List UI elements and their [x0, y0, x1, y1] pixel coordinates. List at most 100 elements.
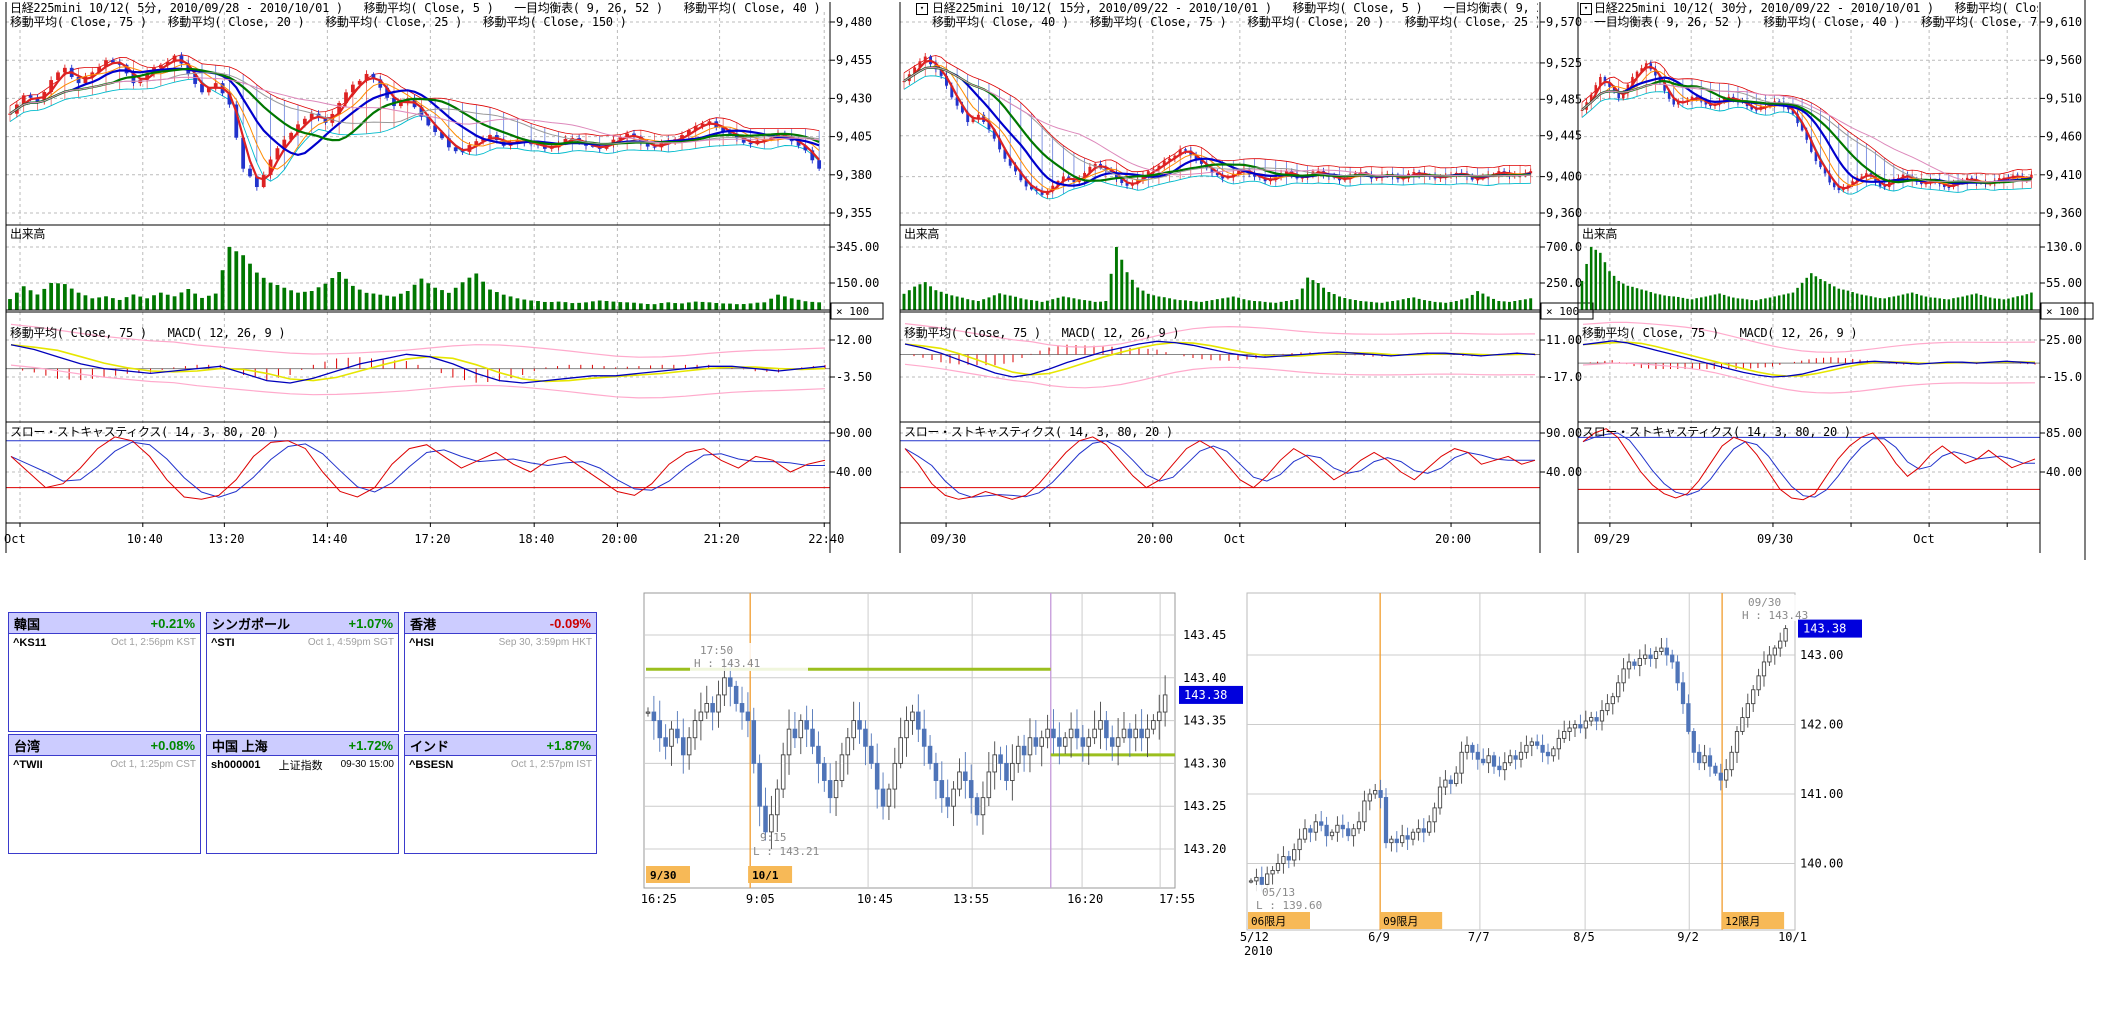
ticker-symbol: sh000001 — [211, 759, 261, 771]
market-name: インド — [410, 736, 449, 755]
svg-text:9,405: 9,405 — [836, 130, 872, 144]
svg-text:250.0: 250.0 — [1546, 276, 1582, 290]
svg-text:L : 143.21: L : 143.21 — [753, 845, 819, 858]
market-tile-china-shanghai[interactable]: 中国 上海 +1.72% sh000001 上证指数 09-30 15:00 — [206, 734, 399, 854]
fx-intraday-graphics: 17:50H : 143.419:15L : 143.21143.45143.4… — [641, 593, 1243, 906]
svg-text:9,445: 9,445 — [1546, 129, 1582, 143]
tile-subheader: ^BSESN Oct 1, 2:57pm IST — [405, 756, 596, 772]
svg-text:-17.0: -17.0 — [1546, 370, 1582, 384]
nikkei225mini-5min-graphics: Oct10:4013:2014:4017:2018:4020:0021:2022… — [4, 2, 883, 553]
svg-text:16:20: 16:20 — [1067, 892, 1103, 906]
quote-timestamp: Sep 30, 3:59pm HKT — [499, 637, 592, 648]
svg-text:09限月: 09限月 — [1383, 915, 1418, 928]
market-tile-singapore[interactable]: シンガポール +1.07% ^STI Oct 1, 4:59pm SGT — [206, 612, 399, 732]
svg-text:90.00: 90.00 — [1546, 426, 1582, 440]
svg-text:140.00: 140.00 — [1800, 857, 1843, 871]
svg-text:13:20: 13:20 — [208, 532, 244, 546]
svg-text:9,360: 9,360 — [1546, 206, 1582, 220]
svg-text:9/30: 9/30 — [650, 869, 677, 882]
svg-text:-15.0: -15.0 — [2046, 370, 2082, 384]
volume-panel-label: 出来高 — [1582, 227, 1617, 241]
ticker-symbol: ^HSI — [409, 637, 434, 649]
svg-text:40.00: 40.00 — [2046, 465, 2082, 479]
market-name: 台湾 — [14, 736, 40, 755]
svg-text:130.0: 130.0 — [2046, 240, 2082, 254]
svg-text:9,430: 9,430 — [836, 91, 872, 105]
nikkei225mini-30min-graphics: 09/2909/30Oct9,6109,5609,5109,4609,4109,… — [1578, 2, 2093, 553]
tile-subheader: ^HSI Sep 30, 3:59pm HKT — [405, 634, 596, 650]
svg-text:09/29: 09/29 — [1594, 532, 1630, 546]
svg-text:9,455: 9,455 — [836, 53, 872, 67]
tile-subheader: ^STI Oct 1, 4:59pm SGT — [207, 634, 398, 650]
tile-subheader: ^KS11 Oct 1, 2:56pm KST — [9, 634, 200, 650]
svg-text:L : 139.60: L : 139.60 — [1256, 899, 1322, 912]
svg-text:11.00: 11.00 — [1546, 333, 1582, 347]
svg-text:10/1: 10/1 — [1778, 930, 1807, 944]
svg-text:9,400: 9,400 — [1546, 170, 1582, 184]
svg-text:Oct: Oct — [1913, 532, 1935, 546]
change-percent: +0.21% — [151, 616, 195, 631]
chart-30min-title: 日経225mini 10/12( 30分, 2010/09/22 - 2010/… — [1594, 1, 2038, 15]
svg-text:9,410: 9,410 — [2046, 168, 2082, 182]
svg-text:40.00: 40.00 — [1546, 465, 1582, 479]
svg-text:9,360: 9,360 — [2046, 206, 2082, 220]
svg-text:9,460: 9,460 — [2046, 130, 2082, 144]
charts-canvas: Oct10:4013:2014:4017:2018:4020:0021:2022… — [0, 0, 2118, 1034]
market-tile-hongkong[interactable]: 香港 -0.09% ^HSI Sep 30, 3:59pm HKT — [404, 612, 597, 732]
macd-panel-label: 移動平均( Close, 75 ) MACD( 12, 26, 9 ) — [1582, 326, 1857, 340]
chart-5min-title: 日経225mini 10/12( 5分, 2010/09/28 - 2010/1… — [10, 1, 828, 15]
svg-text:143.00: 143.00 — [1800, 648, 1843, 662]
svg-text:9/2: 9/2 — [1677, 930, 1699, 944]
change-percent: +1.87% — [547, 738, 591, 753]
svg-text:9:15: 9:15 — [760, 831, 787, 844]
svg-text:9,570: 9,570 — [1546, 15, 1582, 29]
svg-text:143.40: 143.40 — [1183, 671, 1226, 685]
volume-panel-label: 出来高 — [904, 227, 939, 241]
chart-30min-menu-icon[interactable]: ▾ — [1580, 3, 1592, 15]
chart-30min-subtitle: 一目均衡表( 9, 26, 52 ) 移動平均( Close, 40 ) 移動平… — [1594, 15, 2038, 29]
quote-timestamp: Oct 1, 1:25pm CST — [110, 759, 196, 770]
change-percent: +1.72% — [349, 738, 393, 753]
fx-daily-graphics: 09/30H : 143.4305/13L : 139.60143.00142.… — [1240, 593, 1862, 958]
svg-text:143.45: 143.45 — [1183, 628, 1226, 642]
svg-text:143.25: 143.25 — [1183, 799, 1226, 813]
market-tile-korea[interactable]: 韓国 +0.21% ^KS11 Oct 1, 2:56pm KST — [8, 612, 201, 732]
svg-text:10:45: 10:45 — [857, 892, 893, 906]
svg-text:20:00: 20:00 — [601, 532, 637, 546]
chart-15min-subtitle: 移動平均( Close, 40 ) 移動平均( Close, 75 ) 移動平均… — [932, 15, 1538, 29]
svg-text:9:05: 9:05 — [746, 892, 775, 906]
stoch-panel-label: スロー・ストキャスティクス( 14, 3, 80, 20 ) — [10, 425, 279, 439]
svg-text:25.00: 25.00 — [2046, 333, 2082, 347]
market-tile-india[interactable]: インド +1.87% ^BSESN Oct 1, 2:57pm IST — [404, 734, 597, 854]
tile-header: シンガポール +1.07% — [207, 613, 398, 634]
svg-text:9,510: 9,510 — [2046, 91, 2082, 105]
svg-text:13:55: 13:55 — [953, 892, 989, 906]
market-tile-taiwan[interactable]: 台湾 +0.08% ^TWII Oct 1, 1:25pm CST — [8, 734, 201, 854]
macd-panel-label: 移動平均( Close, 75 ) MACD( 12, 26, 9 ) — [10, 326, 285, 340]
change-percent: -0.09% — [550, 616, 591, 631]
svg-text:2010: 2010 — [1244, 944, 1273, 958]
svg-text:21:20: 21:20 — [704, 532, 740, 546]
svg-text:06限月: 06限月 — [1251, 915, 1286, 928]
svg-text:18:40: 18:40 — [518, 532, 554, 546]
svg-text:85.00: 85.00 — [2046, 426, 2082, 440]
svg-text:12限月: 12限月 — [1725, 915, 1760, 928]
svg-text:09/30: 09/30 — [1748, 596, 1781, 609]
svg-text:17:55: 17:55 — [1159, 892, 1195, 906]
svg-text:9,480: 9,480 — [836, 15, 872, 29]
tile-subheader: sh000001 上证指数 09-30 15:00 — [207, 756, 398, 772]
svg-text:40.00: 40.00 — [836, 465, 872, 479]
svg-text:16:25: 16:25 — [641, 892, 677, 906]
svg-text:90.00: 90.00 — [836, 426, 872, 440]
tile-header: 香港 -0.09% — [405, 613, 596, 634]
chart-15min-menu-icon[interactable]: ▾ — [916, 3, 928, 15]
svg-text:9,380: 9,380 — [836, 168, 872, 182]
change-percent: +1.07% — [349, 616, 393, 631]
volume-panel-label: 出来高 — [10, 227, 45, 241]
svg-text:8/5: 8/5 — [1573, 930, 1595, 944]
market-name: シンガポール — [212, 614, 290, 633]
svg-text:H : 143.41: H : 143.41 — [694, 657, 760, 670]
svg-text:09/30: 09/30 — [930, 532, 966, 546]
svg-text:17:20: 17:20 — [414, 532, 450, 546]
svg-text:09/30: 09/30 — [1757, 532, 1793, 546]
